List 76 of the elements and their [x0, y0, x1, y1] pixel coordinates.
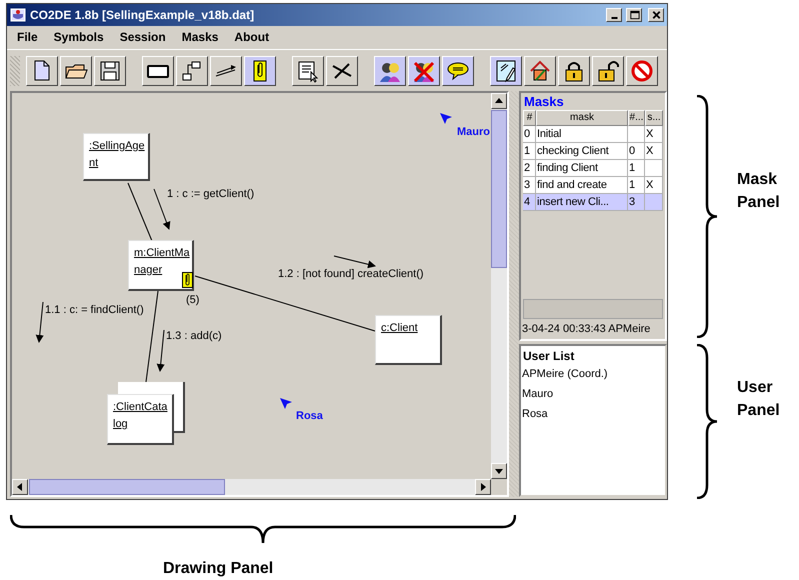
user-list-item[interactable]: Mauro	[521, 384, 665, 404]
close-button[interactable]	[648, 8, 664, 22]
message-label: 1.2 : [not found] createClient()	[278, 268, 424, 281]
menu-item[interactable]: About	[234, 28, 270, 46]
table-cell: 3	[628, 194, 645, 211]
prohibited-icon	[629, 58, 655, 84]
toolbar-button[interactable]	[374, 56, 406, 86]
scrollbar-thumb[interactable]	[491, 110, 507, 268]
toolbar-button[interactable]	[94, 56, 126, 86]
attachment-count: (5)	[186, 293, 200, 308]
maximize-button[interactable]	[626, 8, 642, 22]
cursor-icon	[440, 113, 452, 124]
user-cursor-label: Mauro	[457, 125, 490, 140]
menu-item[interactable]: Masks	[182, 28, 218, 46]
table-cell: insert new Cli...	[536, 194, 628, 211]
user-list-item[interactable]: APMeire (Coord.)	[521, 364, 665, 384]
toolbar-button[interactable]	[626, 56, 658, 86]
column-header[interactable]: #	[523, 110, 536, 126]
toolbar-button[interactable]	[408, 56, 440, 86]
user-cursor-label: Rosa	[296, 409, 323, 424]
mask-row[interactable]: 2 finding Client 1	[523, 160, 663, 177]
toolbar-button[interactable]	[176, 56, 208, 86]
table-cell: 4	[523, 194, 536, 211]
object-box[interactable]: m:ClientMa nager	[128, 240, 194, 291]
mask-row[interactable]: 1 checking Client 0 X	[523, 143, 663, 160]
mask-row[interactable]: 0 Initial X	[523, 126, 663, 143]
message-label: 1.3 : add(c)	[166, 330, 222, 343]
paperclip-icon[interactable]	[182, 272, 193, 288]
scroll-right-button[interactable]	[475, 479, 491, 495]
message-arrow	[36, 302, 44, 343]
toolbar-button[interactable]	[442, 56, 474, 86]
mask-row[interactable]: 3 find and create 1 X	[523, 177, 663, 194]
user-list-item[interactable]: Rosa	[521, 404, 665, 424]
toolbar-button[interactable]	[524, 56, 556, 86]
column-header[interactable]: s...	[645, 110, 663, 126]
toolbar-button[interactable]	[490, 56, 522, 86]
cursor-icon	[280, 398, 292, 409]
toolbar-button[interactable]	[26, 56, 58, 86]
toolbar-button[interactable]	[558, 56, 590, 86]
scroll-up-button[interactable]	[491, 93, 507, 109]
mask-timestamp: 3-04-24 00:33:43 APMeire	[521, 322, 652, 337]
user-list-title: User List	[522, 348, 576, 364]
message-label: 1 : c := getClient()	[167, 188, 254, 201]
message-arrow	[334, 256, 376, 268]
toolbar-button[interactable]	[592, 56, 624, 86]
window-title: CO2DE 1.8b [SellingExample_v18b.dat]	[30, 7, 256, 24]
toolbar-button[interactable]	[142, 56, 174, 86]
scrollbar-thumb[interactable]	[29, 479, 225, 495]
column-header[interactable]: #...	[628, 110, 645, 126]
link-line	[128, 182, 152, 242]
message-arrow	[156, 330, 165, 372]
scroll-left-button[interactable]	[12, 479, 28, 495]
annotation-label: Drawing Panel	[163, 559, 274, 579]
column-header[interactable]: mask	[536, 110, 628, 126]
toolbar-grip[interactable]	[10, 56, 20, 86]
scroll-down-button[interactable]	[491, 463, 507, 479]
menu-item[interactable]: File	[17, 28, 38, 46]
toolbar-button[interactable]	[326, 56, 358, 86]
toolbar-button[interactable]	[60, 56, 92, 86]
object-box[interactable]: c:Client	[375, 315, 442, 365]
mask-row[interactable]: 4 insert new Cli... 3	[523, 194, 663, 211]
toolbar-button[interactable]	[292, 56, 324, 86]
toolbar-button[interactable]	[210, 56, 242, 86]
toolbar-button[interactable]	[244, 56, 276, 86]
annotation-label: User Panel	[737, 378, 781, 421]
annotation-label: Mask Panel	[737, 170, 781, 213]
menu-item[interactable]: Session	[120, 28, 166, 46]
message-label: 1.1 : c: = findClient()	[45, 304, 144, 317]
minimize-icon	[610, 17, 618, 19]
panel-title: Masks	[523, 93, 565, 110]
maximize-icon	[628, 9, 640, 21]
app-icon	[10, 7, 26, 23]
menu-item[interactable]: Symbols	[54, 28, 104, 46]
object-box[interactable]: :ClientCata log	[107, 394, 174, 445]
object-box[interactable]: :SellingAge nt	[83, 133, 150, 181]
minimize-button[interactable]	[606, 8, 622, 22]
